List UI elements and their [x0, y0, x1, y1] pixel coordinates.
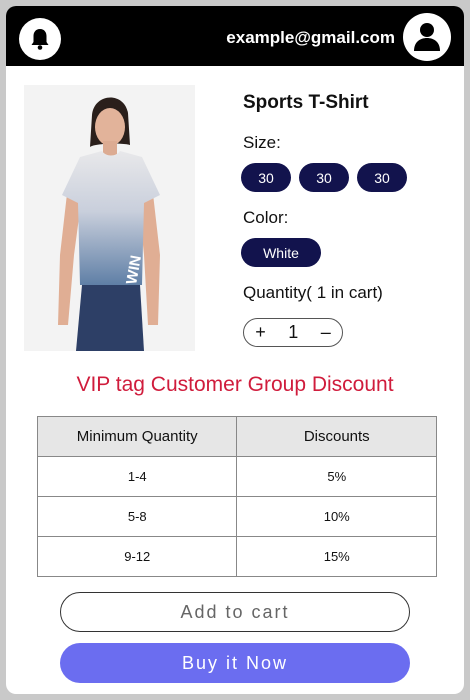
table-row: 9-12 15%: [36, 536, 437, 577]
quantity-value: 1: [288, 322, 299, 342]
size-option-3[interactable]: 30: [357, 163, 407, 192]
increment-button[interactable]: +: [255, 322, 266, 343]
decrement-button[interactable]: –: [321, 322, 331, 343]
discount-title: VIP tag Customer Group Discount: [76, 373, 394, 396]
buy-now-button[interactable]: Buy it Now: [60, 643, 410, 683]
notifications-button[interactable]: [19, 18, 61, 60]
discount-cell: 15%: [236, 536, 437, 577]
user-email: example@gmail.com: [226, 28, 395, 47]
color-label: Color:: [243, 208, 289, 227]
size-option-2[interactable]: 30: [299, 163, 349, 192]
product-image: WIN: [24, 85, 195, 351]
discount-cell: 10%: [236, 496, 437, 537]
min-quantity-cell: 1-4: [36, 456, 238, 497]
product-title: Sports T-Shirt: [243, 92, 369, 113]
bell-icon: [31, 29, 49, 50]
top-bar: example@gmail.com: [6, 6, 464, 66]
discount-table: Minimum Quantity Discounts 1-4 5% 5-8 10…: [36, 416, 437, 577]
quantity-stepper: + 1 –: [243, 318, 343, 347]
size-label: Size:: [243, 133, 281, 152]
product-card: example@gmail.com WIN Sports T-Shirt Siz…: [6, 6, 464, 694]
table-header-row: Minimum Quantity Discounts: [36, 416, 437, 457]
table-row: 5-8 10%: [36, 496, 437, 537]
header-min-quantity: Minimum Quantity: [36, 416, 238, 457]
table-row: 1-4 5%: [36, 456, 437, 497]
quantity-label: Quantity( 1 in cart): [243, 283, 383, 302]
discount-cell: 5%: [236, 456, 437, 497]
min-quantity-cell: 5-8: [36, 496, 238, 537]
min-quantity-cell: 9-12: [36, 536, 238, 577]
add-to-cart-button[interactable]: Add to cart: [60, 592, 410, 632]
size-option-1[interactable]: 30: [241, 163, 291, 192]
user-icon: [414, 23, 440, 51]
account-button[interactable]: [403, 13, 451, 61]
header-discounts: Discounts: [236, 416, 437, 457]
color-option-white[interactable]: White: [241, 238, 321, 267]
